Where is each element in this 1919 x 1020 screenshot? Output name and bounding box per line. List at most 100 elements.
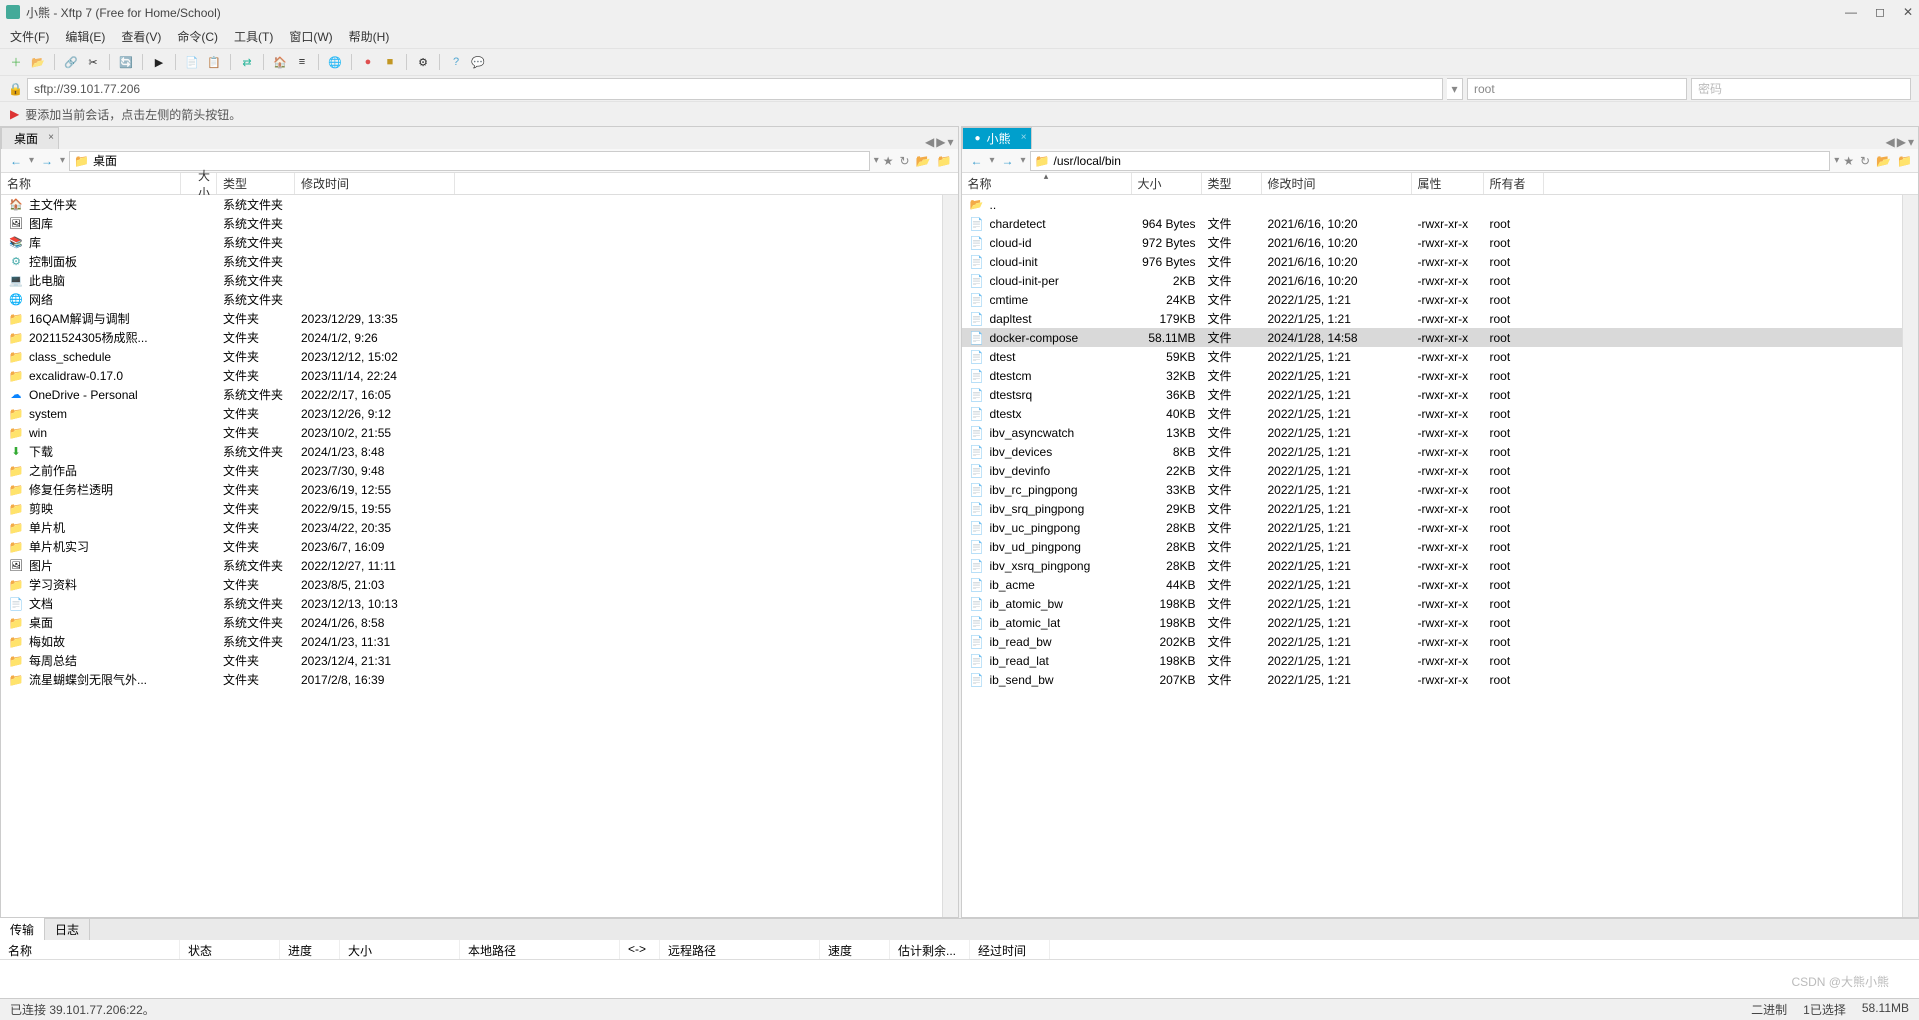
next-tab-icon[interactable]: ▶ xyxy=(936,135,945,149)
list-item[interactable]: 梅如故系统文件夹2024/1/23, 11:31 xyxy=(1,632,958,651)
new-session-icon[interactable]: ＋ xyxy=(8,54,24,70)
list-item[interactable]: dtestsrq36KB文件2022/1/25, 1:21-rwxr-xr-xr… xyxy=(962,385,1919,404)
user-input[interactable]: root xyxy=(1467,78,1687,100)
log-tab[interactable]: 日志 xyxy=(45,918,90,941)
col-type[interactable]: 类型 xyxy=(217,173,295,194)
transfer-tab[interactable]: 传输 xyxy=(0,918,45,941)
forward-icon[interactable]: → xyxy=(999,154,1017,168)
remote-path-input[interactable]: 📁 /usr/local/bin xyxy=(1030,151,1831,171)
tab-menu-icon[interactable]: ▾ xyxy=(1908,135,1914,149)
list-item[interactable]: ibv_rc_pingpong33KB文件2022/1/25, 1:21-rwx… xyxy=(962,480,1919,499)
col-size[interactable]: 大小 xyxy=(1132,173,1202,194)
list-item[interactable]: chardetect964 Bytes文件2021/6/16, 10:20-rw… xyxy=(962,214,1919,233)
col-owner[interactable]: 所有者 xyxy=(1484,173,1544,194)
list-item[interactable]: win文件夹2023/10/2, 21:55 xyxy=(1,423,958,442)
list-item[interactable]: ibv_xsrq_pingpong28KB文件2022/1/25, 1:21-r… xyxy=(962,556,1919,575)
list-item[interactable]: ibv_devices8KB文件2022/1/25, 1:21-rwxr-xr-… xyxy=(962,442,1919,461)
list-item[interactable]: 每周总结文件夹2023/12/4, 21:31 xyxy=(1,651,958,670)
col-modified[interactable]: 修改时间 xyxy=(295,173,455,194)
transfer-col[interactable]: <-> xyxy=(620,940,660,959)
link-icon[interactable]: 🔗 xyxy=(63,54,79,70)
address-input[interactable]: sftp://39.101.77.206 xyxy=(27,78,1443,100)
refresh-icon[interactable]: ↻ xyxy=(900,154,910,168)
list-item[interactable]: cloud-init-per2KB文件2021/6/16, 10:20-rwxr… xyxy=(962,271,1919,290)
list-item[interactable]: 下载系统文件夹2024/1/23, 8:48 xyxy=(1,442,958,461)
list-item[interactable]: 学习资料文件夹2023/8/5, 21:03 xyxy=(1,575,958,594)
menu-item[interactable]: 工具(T) xyxy=(234,28,273,45)
prev-tab-icon[interactable]: ◀ xyxy=(1886,135,1895,149)
col-name[interactable]: ▴名称 xyxy=(962,173,1132,194)
minimize-button[interactable]: — xyxy=(1845,5,1857,19)
stop-icon[interactable]: ■ xyxy=(382,54,398,70)
star-icon[interactable]: ★ xyxy=(1843,154,1854,168)
col-size[interactable]: 大小 xyxy=(181,173,217,194)
list-item[interactable]: ib_send_bw207KB文件2022/1/25, 1:21-rwxr-xr… xyxy=(962,670,1919,689)
scrollbar[interactable] xyxy=(942,195,958,917)
list-item[interactable]: cmtime24KB文件2022/1/25, 1:21-rwxr-xr-xroo… xyxy=(962,290,1919,309)
parent-dir[interactable]: .. xyxy=(962,195,1919,214)
local-tab[interactable]: 桌面 × xyxy=(1,127,59,149)
list-item[interactable]: ib_acme44KB文件2022/1/25, 1:21-rwxr-xr-xro… xyxy=(962,575,1919,594)
list-item[interactable]: dapltest179KB文件2022/1/25, 1:21-rwxr-xr-x… xyxy=(962,309,1919,328)
list-item[interactable]: dtestx40KB文件2022/1/25, 1:21-rwxr-xr-xroo… xyxy=(962,404,1919,423)
list-item[interactable]: dtestcm32KB文件2022/1/25, 1:21-rwxr-xr-xro… xyxy=(962,366,1919,385)
list-item[interactable]: cloud-init976 Bytes文件2021/6/16, 10:20-rw… xyxy=(962,252,1919,271)
home-icon[interactable]: 🏠 xyxy=(272,54,288,70)
list-item[interactable]: ibv_uc_pingpong28KB文件2022/1/25, 1:21-rwx… xyxy=(962,518,1919,537)
list-item[interactable]: ibv_ud_pingpong28KB文件2022/1/25, 1:21-rwx… xyxy=(962,537,1919,556)
list-item[interactable]: 图库系统文件夹 xyxy=(1,214,958,233)
menu-item[interactable]: 编辑(E) xyxy=(65,28,105,45)
open-icon[interactable]: 📂 xyxy=(30,54,46,70)
list-item[interactable]: 之前作品文件夹2023/7/30, 9:48 xyxy=(1,461,958,480)
list-item[interactable]: 流星蝴蝶剑无限气外...文件夹2017/2/8, 16:39 xyxy=(1,670,958,689)
list-item[interactable]: dtest59KB文件2022/1/25, 1:21-rwxr-xr-xroot xyxy=(962,347,1919,366)
remote-file-list[interactable]: ..chardetect964 Bytes文件2021/6/16, 10:20-… xyxy=(962,195,1919,917)
list-item[interactable]: 修复任务栏透明文件夹2023/6/19, 12:55 xyxy=(1,480,958,499)
list-item[interactable]: 桌面系统文件夹2024/1/26, 8:58 xyxy=(1,613,958,632)
list-item[interactable]: ib_read_bw202KB文件2022/1/25, 1:21-rwxr-xr… xyxy=(962,632,1919,651)
scrollbar[interactable] xyxy=(1902,195,1918,917)
list-item[interactable]: 剪映文件夹2022/9/15, 19:55 xyxy=(1,499,958,518)
transfer-col[interactable]: 经过时间 xyxy=(970,940,1050,959)
list-item[interactable]: 网络系统文件夹 xyxy=(1,290,958,309)
list-item[interactable]: ibv_srq_pingpong29KB文件2022/1/25, 1:21-rw… xyxy=(962,499,1919,518)
transfer-col[interactable]: 大小 xyxy=(340,940,460,959)
menu-item[interactable]: 文件(F) xyxy=(10,28,49,45)
menu-item[interactable]: 帮助(H) xyxy=(349,28,390,45)
list-item[interactable]: docker-compose58.11MB文件2024/1/28, 14:58-… xyxy=(962,328,1919,347)
list-item[interactable]: 20211524305杨成熙...文件夹2024/1/2, 9:26 xyxy=(1,328,958,347)
list-item[interactable]: system文件夹2023/12/26, 9:12 xyxy=(1,404,958,423)
new-folder-icon[interactable]: 📁 xyxy=(937,154,952,168)
address-dropdown-icon[interactable]: ▾ xyxy=(1447,78,1463,100)
col-attributes[interactable]: 属性 xyxy=(1412,173,1484,194)
back-icon[interactable]: ← xyxy=(968,154,986,168)
list-item[interactable]: 16QAM解调与调制文件夹2023/12/29, 13:35 xyxy=(1,309,958,328)
list-item[interactable]: ib_read_lat198KB文件2022/1/25, 1:21-rwxr-x… xyxy=(962,651,1919,670)
next-tab-icon[interactable]: ▶ xyxy=(1897,135,1906,149)
list-item[interactable]: 单片机实习文件夹2023/6/7, 16:09 xyxy=(1,537,958,556)
menu-item[interactable]: 窗口(W) xyxy=(289,28,332,45)
refresh-icon[interactable]: ↻ xyxy=(1860,154,1870,168)
forward-icon[interactable]: → xyxy=(38,154,56,168)
new-file-icon[interactable]: 📄 xyxy=(184,54,200,70)
col-type[interactable]: 类型 xyxy=(1202,173,1262,194)
globe-icon[interactable]: 🌐 xyxy=(327,54,343,70)
col-modified[interactable]: 修改时间 xyxy=(1262,173,1412,194)
sync-icon[interactable]: ⇄ xyxy=(239,54,255,70)
chat-icon[interactable]: 💬 xyxy=(470,54,486,70)
close-button[interactable]: ✕ xyxy=(1903,5,1913,19)
help-icon[interactable]: ? xyxy=(448,54,464,70)
list-item[interactable]: 文档系统文件夹2023/12/13, 10:13 xyxy=(1,594,958,613)
remote-tab[interactable]: ● 小熊 × xyxy=(962,127,1032,149)
new-folder-icon[interactable]: 📁 xyxy=(1897,154,1912,168)
path-dropdown-icon[interactable]: ▾ xyxy=(1834,155,1839,166)
list-icon[interactable]: ≡ xyxy=(294,54,310,70)
up-folder-icon[interactable]: 📂 xyxy=(1876,154,1891,168)
close-icon[interactable]: × xyxy=(48,132,54,143)
refresh-icon[interactable]: 🔄 xyxy=(118,54,134,70)
star-icon[interactable]: ★ xyxy=(883,154,894,168)
list-item[interactable]: 主文件夹系统文件夹 xyxy=(1,195,958,214)
list-item[interactable]: 控制面板系统文件夹 xyxy=(1,252,958,271)
transfer-col[interactable]: 本地路径 xyxy=(460,940,620,959)
path-dropdown-icon[interactable]: ▾ xyxy=(874,155,879,166)
